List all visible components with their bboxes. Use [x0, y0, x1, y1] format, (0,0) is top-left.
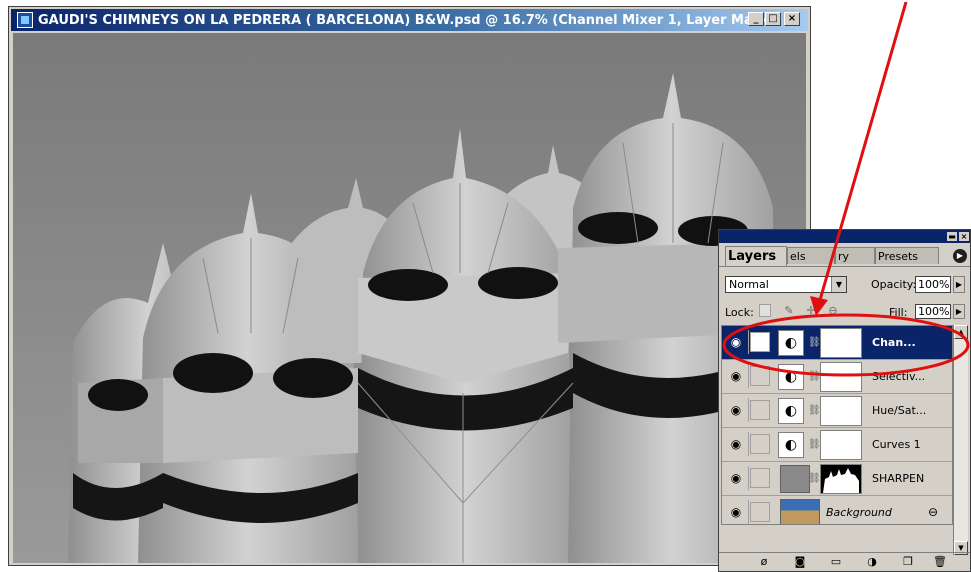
document-title: GAUDI'S CHIMNEYS ON LA PEDRERA ( BARCELO…	[38, 12, 776, 28]
panel-menu-button[interactable]: ▶	[953, 249, 967, 263]
document-window: GAUDI'S CHIMNEYS ON LA PEDRERA ( BARCELO…	[8, 6, 811, 566]
layers-bottom-toolbar: ø ◙ ▭ ◑ ❐ 🗑	[719, 552, 970, 572]
panel-titlebar[interactable]: ▬ ×	[719, 230, 970, 243]
add-mask-icon[interactable]: ◙	[793, 556, 807, 568]
layers-scrollbar[interactable]: ▲ ▼	[953, 325, 968, 555]
trash-icon[interactable]: 🗑	[933, 556, 947, 568]
layer-name: Selectiv...	[872, 370, 926, 383]
layer-name: Chan...	[872, 336, 916, 349]
layer-row[interactable]: ◉ ◐ ⛓ Selectiv...	[722, 360, 952, 394]
layer-row[interactable]: ◉ ⛓ SHARPEN	[722, 462, 952, 496]
eye-icon[interactable]: ◉	[724, 364, 749, 388]
layer-row[interactable]: ◉ Background ⊖	[722, 496, 952, 524]
chimneys-photo	[13, 33, 806, 563]
layer-style-icon[interactable]: ø	[757, 556, 771, 568]
link-cell[interactable]	[750, 366, 770, 386]
layer-row[interactable]: ◉ ◐ ⛓ Chan...	[722, 326, 952, 360]
photoshop-document-icon	[17, 12, 33, 28]
fill-field[interactable]: 100%	[915, 304, 951, 319]
new-group-icon[interactable]: ▭	[829, 556, 843, 568]
layer-mask-thumbnail[interactable]	[820, 362, 862, 392]
tab-layers[interactable]: Layers	[725, 246, 787, 266]
panel-close-button[interactable]: ×	[959, 232, 969, 241]
layer-mask-thumbnail[interactable]	[820, 430, 862, 460]
lock-paint-icon[interactable]: ✎	[783, 304, 795, 317]
link-cell[interactable]	[750, 502, 770, 522]
link-cell[interactable]	[750, 468, 770, 488]
new-layer-icon[interactable]: ❐	[901, 556, 915, 568]
layer-name: Background	[826, 506, 892, 519]
tab-presets[interactable]: Presets	[875, 247, 939, 264]
scroll-up-button[interactable]: ▲	[954, 325, 968, 339]
layer-mask-thumbnail[interactable]	[820, 396, 862, 426]
layers-panel: ▬ × Layers els ry Presets ▶ Normal ▼ Opa…	[718, 229, 971, 572]
layer-row[interactable]: ◉ ◐ ⛓ Hue/Sat...	[722, 394, 952, 428]
lock-all-icon[interactable]: ⊖	[827, 304, 839, 317]
document-titlebar[interactable]: GAUDI'S CHIMNEYS ON LA PEDRERA ( BARCELO…	[11, 9, 808, 31]
adjustment-layer-icon: ◐	[778, 398, 804, 424]
layer-name: SHARPEN	[872, 472, 925, 485]
eye-icon[interactable]: ◉	[724, 432, 749, 456]
link-icon[interactable]: ⛓	[808, 336, 821, 350]
image-canvas[interactable]	[13, 33, 806, 563]
lock-label: Lock:	[725, 306, 754, 319]
lock-transparency-icon[interactable]	[759, 304, 771, 317]
layers-list: ◉ ◐ ⛓ Chan... ◉ ◐ ⛓ Selectiv... ◉ ◐ ⛓ Hu…	[721, 325, 953, 525]
blend-mode-select[interactable]: Normal ▼	[725, 276, 847, 293]
link-cell[interactable]	[750, 400, 770, 420]
eye-icon[interactable]: ◉	[724, 500, 749, 524]
link-icon[interactable]: ⛓	[808, 472, 821, 486]
link-icon[interactable]: ⛓	[808, 370, 821, 384]
link-icon[interactable]: ⛓	[808, 404, 821, 418]
layer-thumbnail[interactable]	[780, 465, 810, 493]
layer-thumbnail[interactable]	[780, 499, 820, 524]
adjustment-layer-icon: ◐	[778, 432, 804, 458]
fill-label: Fill:	[889, 306, 908, 319]
tab-channels[interactable]: els	[787, 247, 835, 264]
layer-name: Curves 1	[872, 438, 921, 451]
link-cell[interactable]	[750, 434, 770, 454]
eye-icon[interactable]: ◉	[724, 330, 749, 354]
layer-mask-thumbnail[interactable]	[820, 464, 862, 494]
fill-slider-button[interactable]: ▶	[953, 304, 965, 319]
link-icon[interactable]: ⛓	[808, 438, 821, 452]
maximize-button[interactable]: □	[765, 12, 781, 26]
layer-name: Hue/Sat...	[872, 404, 927, 417]
panel-minimize-button[interactable]: ▬	[947, 232, 957, 241]
tab-history[interactable]: ry	[835, 247, 875, 264]
adjustment-layer-icon: ◐	[778, 364, 804, 390]
eye-icon[interactable]: ◉	[724, 466, 749, 490]
new-adjustment-layer-icon[interactable]: ◑	[865, 556, 879, 568]
eye-icon[interactable]: ◉	[724, 398, 749, 422]
blend-mode-value: Normal	[729, 278, 769, 291]
panel-tabs: Layers els ry Presets ▶	[719, 244, 970, 267]
opacity-label: Opacity:	[871, 278, 917, 291]
layer-mask-indicator[interactable]	[750, 332, 770, 352]
mask-silhouette	[823, 468, 859, 493]
adjustment-layer-icon: ◐	[778, 330, 804, 356]
chevron-down-icon[interactable]: ▼	[831, 277, 846, 292]
lock-position-icon[interactable]: ✛	[805, 304, 817, 317]
lock-icon: ⊖	[927, 505, 938, 519]
minimize-button[interactable]: _	[748, 12, 764, 26]
layer-mask-thumbnail[interactable]	[820, 328, 862, 358]
opacity-field[interactable]: 100%	[915, 276, 951, 293]
close-button[interactable]: ×	[784, 12, 800, 26]
opacity-slider-button[interactable]: ▶	[953, 276, 965, 293]
layer-row[interactable]: ◉ ◐ ⛓ Curves 1	[722, 428, 952, 462]
